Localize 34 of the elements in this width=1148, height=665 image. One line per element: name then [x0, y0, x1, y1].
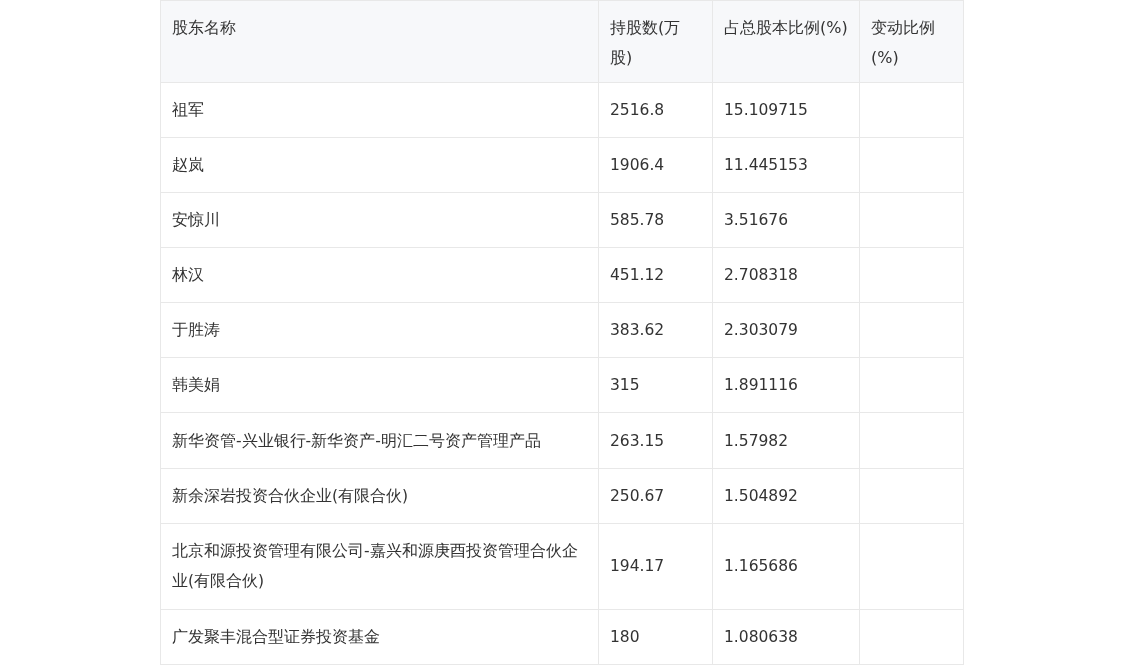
table-cell: 北京和源投资管理有限公司-嘉兴和源庚酉投资管理合伙企业(有限合伙) — [160, 523, 599, 610]
table-cell: 11.445153 — [712, 137, 860, 193]
table-cell: 于胜涛 — [160, 302, 599, 358]
table-cell: 新余深岩投资合伙企业(有限合伙) — [160, 468, 599, 524]
table-cell: 2516.8 — [598, 82, 713, 138]
table-cell: 585.78 — [598, 192, 713, 248]
table-cell: 383.62 — [598, 302, 713, 358]
column-header: 持股数(万股) — [598, 0, 713, 83]
table-cell: 赵岚 — [160, 137, 599, 193]
column-header: 占总股本比例(%) — [712, 0, 860, 83]
table-cell: 263.15 — [598, 412, 713, 469]
table-cell: 1906.4 — [598, 137, 713, 193]
column-header: 变动比例(%) — [859, 0, 964, 83]
table-cell: 250.67 — [598, 468, 713, 524]
table-cell: 韩美娟 — [160, 357, 599, 413]
table-cell: 15.109715 — [712, 82, 860, 138]
table-cell: 1.504892 — [712, 468, 860, 524]
table-cell: 林汉 — [160, 247, 599, 303]
table-cell: 180 — [598, 609, 713, 665]
table-cell: 1.891116 — [712, 357, 860, 413]
table-cell: 1.57982 — [712, 412, 860, 469]
table-cell: 新华资管-兴业银行-新华资产-明汇二号资产管理产品 — [160, 412, 599, 469]
table-cell: 2.708318 — [712, 247, 860, 303]
table-cell: 3.51676 — [712, 192, 860, 248]
table-cell: 祖军 — [160, 82, 599, 138]
column-header: 股东名称 — [160, 0, 599, 83]
table-cell: 451.12 — [598, 247, 713, 303]
table-cell: 2.303079 — [712, 302, 860, 358]
table-cell: 安惊川 — [160, 192, 599, 248]
table-cell: 广发聚丰混合型证券投资基金 — [160, 609, 599, 665]
table-cell: 1.080638 — [712, 609, 860, 665]
table-cell: 1.165686 — [712, 523, 860, 610]
table-cell: 194.17 — [598, 523, 713, 610]
table-cell: 315 — [598, 357, 713, 413]
